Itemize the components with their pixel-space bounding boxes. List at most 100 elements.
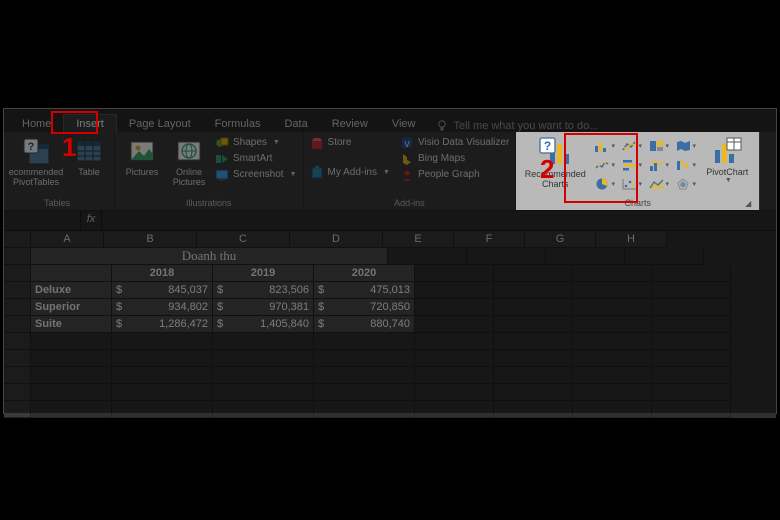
visio-visualizer-button[interactable]: V Visio Data Visualizer: [400, 136, 509, 150]
col-header[interactable]: G: [525, 231, 596, 248]
chart-waterfall-button[interactable]: ▾: [673, 156, 697, 173]
formula-input[interactable]: [102, 211, 776, 230]
cell-year[interactable]: 2019: [213, 265, 314, 282]
cell-label[interactable]: Superior: [31, 299, 112, 316]
col-header[interactable]: F: [454, 231, 525, 248]
shapes-button[interactable]: Shapes▼: [215, 136, 297, 150]
chart-radar-button[interactable]: ▾: [673, 175, 697, 192]
row-header[interactable]: [4, 367, 31, 384]
row-header[interactable]: [4, 282, 31, 299]
cell-value[interactable]: $934,802: [112, 299, 213, 316]
col-header[interactable]: B: [104, 231, 197, 248]
online-pictures-button[interactable]: Online Pictures: [167, 134, 211, 187]
cell[interactable]: [31, 265, 112, 282]
row-header[interactable]: [4, 299, 31, 316]
col-header[interactable]: C: [197, 231, 290, 248]
group-illustrations-label: Illustrations: [121, 198, 297, 209]
chart-scatter-button[interactable]: ▾: [619, 175, 643, 192]
cell[interactable]: [494, 316, 573, 333]
row-header[interactable]: [4, 384, 31, 401]
cell-label[interactable]: Deluxe: [31, 282, 112, 299]
store-button[interactable]: Store: [310, 136, 390, 150]
smartart-button[interactable]: SmartArt: [215, 152, 297, 166]
cell[interactable]: [625, 248, 704, 265]
pivotchart-button[interactable]: PivotChart ▼: [701, 134, 753, 184]
group-illustrations: Pictures Online Pictures Shapes▼ SmartAr…: [115, 132, 304, 210]
cell[interactable]: [573, 316, 652, 333]
screenshot-button[interactable]: Screenshot▼: [215, 168, 297, 182]
bing-maps-button[interactable]: Bing Maps: [400, 152, 509, 166]
chart-line-button[interactable]: ▾: [619, 137, 643, 154]
chevron-down-icon: ▼: [273, 136, 280, 150]
col-header[interactable]: A: [31, 231, 104, 248]
my-addins-button[interactable]: My Add-ins▼: [310, 166, 390, 180]
cell-value[interactable]: $845,037: [112, 282, 213, 299]
spreadsheet-grid[interactable]: A B C D E F G H Doanh thu 2018: [4, 231, 776, 418]
cell[interactable]: [415, 265, 494, 282]
col-header[interactable]: D: [290, 231, 383, 248]
chart-map-button[interactable]: ▾: [673, 137, 697, 154]
cell[interactable]: [494, 265, 573, 282]
pictures-button[interactable]: Pictures: [121, 134, 163, 177]
chart-bar-button[interactable]: ▾: [619, 156, 643, 173]
name-box[interactable]: [4, 211, 81, 230]
row-header[interactable]: [4, 248, 31, 265]
dialog-launcher-icon[interactable]: ◢: [745, 198, 751, 209]
tab-home[interactable]: Home: [10, 115, 63, 132]
cell[interactable]: [652, 282, 731, 299]
row-header[interactable]: [4, 316, 31, 333]
row-header[interactable]: [4, 333, 31, 350]
addins-icon: [310, 166, 324, 180]
cell[interactable]: [573, 265, 652, 282]
row-header[interactable]: [4, 350, 31, 367]
cell-year[interactable]: 2020: [314, 265, 415, 282]
recommended-pivottables-button[interactable]: ? ecommended PivotTables: [6, 134, 66, 187]
table-button[interactable]: Table: [70, 134, 108, 177]
cell[interactable]: [652, 299, 731, 316]
cell[interactable]: [467, 248, 546, 265]
recommended-charts-button[interactable]: ? Recommended Charts: [522, 134, 588, 189]
cell[interactable]: [652, 265, 731, 282]
chart-hierarchy-button[interactable]: ▾: [646, 137, 670, 154]
chart-column-button[interactable]: ▾: [592, 137, 616, 154]
col-header[interactable]: H: [596, 231, 667, 248]
fx-icon[interactable]: fx: [81, 211, 102, 230]
cell[interactable]: [415, 282, 494, 299]
cell-value[interactable]: $1,405,840: [213, 316, 314, 333]
tab-page-layout[interactable]: Page Layout: [117, 115, 203, 132]
cell[interactable]: [415, 316, 494, 333]
cell-value[interactable]: $475,013: [314, 282, 415, 299]
ribbon-tabs: Home Insert Page Layout Formulas Data Re…: [4, 109, 776, 132]
people-graph-button[interactable]: People Graph: [400, 168, 509, 182]
select-all-button[interactable]: [4, 231, 31, 248]
tab-formulas[interactable]: Formulas: [203, 115, 273, 132]
tab-review[interactable]: Review: [320, 115, 380, 132]
cell-title[interactable]: Doanh thu: [31, 248, 388, 265]
tab-data[interactable]: Data: [272, 115, 319, 132]
cell[interactable]: [388, 248, 467, 265]
chart-surface-button[interactable]: ▾: [646, 175, 670, 192]
cell[interactable]: [546, 248, 625, 265]
cell-year[interactable]: 2018: [112, 265, 213, 282]
cell-value[interactable]: $970,381: [213, 299, 314, 316]
cell[interactable]: [573, 282, 652, 299]
cell-value[interactable]: $1,286,472: [112, 316, 213, 333]
row-header[interactable]: [4, 265, 31, 282]
chart-pie-button[interactable]: ▾: [592, 175, 616, 192]
tab-view[interactable]: View: [380, 115, 428, 132]
cell-value[interactable]: $720,850: [314, 299, 415, 316]
cell[interactable]: [573, 299, 652, 316]
cell-value[interactable]: $823,506: [213, 282, 314, 299]
chart-combo-button[interactable]: ▾: [646, 156, 670, 173]
cell[interactable]: [652, 316, 731, 333]
chart-statistic-button[interactable]: ▾: [592, 156, 616, 173]
cell[interactable]: [494, 282, 573, 299]
row-header[interactable]: [4, 401, 31, 418]
col-header[interactable]: E: [383, 231, 454, 248]
cell[interactable]: [494, 299, 573, 316]
tab-insert[interactable]: Insert: [63, 114, 117, 132]
cell-label[interactable]: Suite: [31, 316, 112, 333]
cell-value[interactable]: $880,740: [314, 316, 415, 333]
cell[interactable]: [415, 299, 494, 316]
tell-me-search[interactable]: Tell me what you want to do...: [437, 120, 598, 132]
